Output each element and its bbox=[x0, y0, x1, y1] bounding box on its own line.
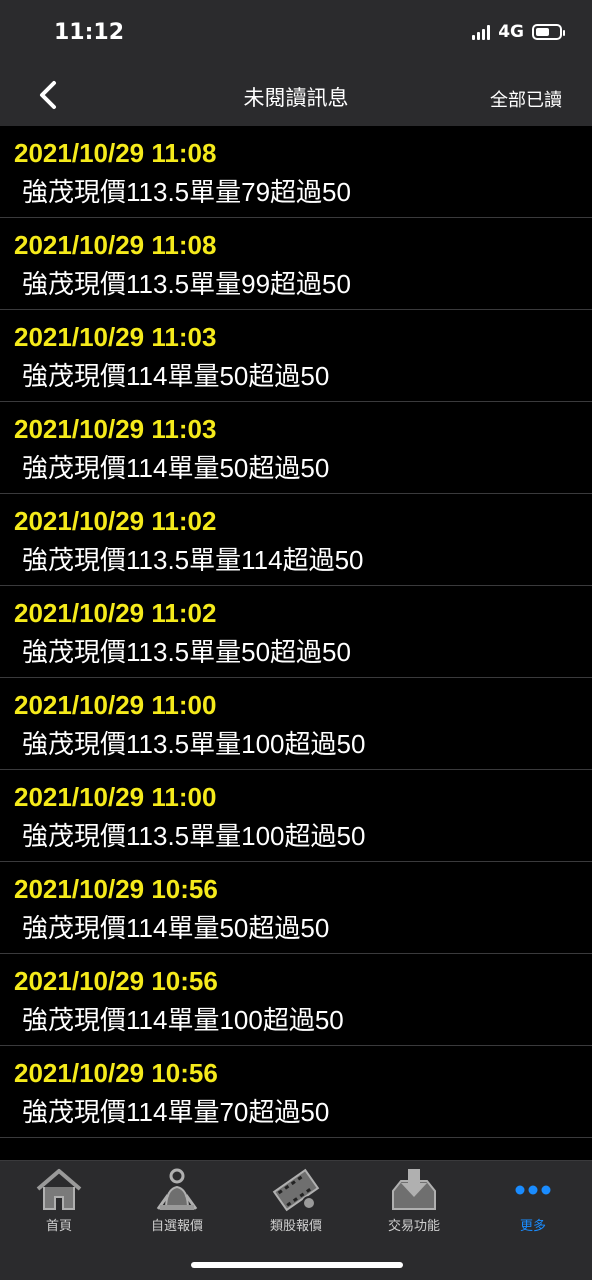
tab-watchlist[interactable]: 自選報價 bbox=[118, 1167, 236, 1237]
message-timestamp: 2021/10/29 10:56 bbox=[14, 874, 218, 904]
network-label: 4G bbox=[498, 22, 524, 42]
tab-more[interactable]: 更多 bbox=[474, 1167, 592, 1237]
home-icon bbox=[36, 1169, 82, 1210]
message-text: 強茂現價114單量50超過50 bbox=[22, 913, 330, 943]
message-list: 2021/10/29 11:08 強茂現價113.5單量79超過50 2021/10… bbox=[0, 126, 592, 1138]
status-indicators: 4G bbox=[472, 22, 565, 42]
tab-label: 類股報價 bbox=[269, 1219, 322, 1234]
message-timestamp: 2021/10/29 10:56 bbox=[14, 966, 218, 996]
message-timestamp: 2021/10/29 11:02 bbox=[14, 598, 217, 628]
message-text: 強茂現價114單量50超過50 bbox=[22, 361, 330, 391]
message-timestamp: 2021/10/29 11:00 bbox=[14, 690, 217, 720]
watchlist-icon bbox=[156, 1168, 198, 1210]
mark-all-read-button[interactable]: 全部已讀 bbox=[490, 86, 562, 112]
message-text: 強茂現價113.5單量99超過50 bbox=[22, 269, 351, 299]
message-text: 強茂現價114單量50超過50 bbox=[22, 453, 330, 483]
message-item[interactable]: 2021/10/29 10:56 強茂現價114單量50超過50 bbox=[0, 862, 592, 954]
sector-film-icon bbox=[272, 1168, 320, 1212]
message-text: 強茂現價113.5單量79超過50 bbox=[22, 177, 351, 207]
tab-trade[interactable]: 交易功能 bbox=[355, 1167, 473, 1237]
message-timestamp: 2021/10/29 11:08 bbox=[14, 138, 217, 168]
message-item[interactable]: 2021/10/29 11:03 強茂現價114單量50超過50 bbox=[0, 402, 592, 494]
message-timestamp: 2021/10/29 11:03 bbox=[14, 322, 217, 352]
tab-home[interactable]: 首頁 bbox=[0, 1167, 118, 1237]
message-text: 強茂現價113.5單量100超過50 bbox=[22, 729, 366, 759]
message-item[interactable]: 2021/10/29 11:08 強茂現價113.5單量79超過50 bbox=[0, 126, 592, 218]
message-text: 強茂現價113.5單量114超過50 bbox=[22, 545, 364, 575]
message-timestamp: 2021/10/29 11:03 bbox=[14, 414, 217, 444]
message-item[interactable]: 2021/10/29 10:56 強茂現價114單量100超過50 bbox=[0, 954, 592, 1046]
message-text: 強茂現價114單量70超過50 bbox=[22, 1097, 330, 1127]
nav-bar: 未閱讀訊息 全部已讀 bbox=[0, 64, 592, 126]
tab-label: 交易功能 bbox=[387, 1219, 440, 1234]
message-text: 強茂現價113.5單量50超過50 bbox=[22, 637, 351, 667]
signal-icon bbox=[472, 24, 491, 40]
more-dots-icon bbox=[515, 1185, 551, 1195]
tab-label: 更多 bbox=[519, 1219, 546, 1234]
home-indicator bbox=[191, 1262, 403, 1268]
message-item[interactable]: 2021/10/29 10:56 強茂現價114單量70超過50 bbox=[0, 1046, 592, 1138]
message-text: 強茂現價113.5單量100超過50 bbox=[22, 821, 366, 851]
message-timestamp: 2021/10/29 10:56 bbox=[14, 1058, 218, 1088]
message-item[interactable]: 2021/10/29 11:00 強茂現價113.5單量100超過50 bbox=[0, 770, 592, 862]
battery-icon bbox=[532, 24, 565, 40]
message-timestamp: 2021/10/29 11:00 bbox=[14, 782, 217, 812]
message-text: 強茂現價114單量100超過50 bbox=[22, 1005, 344, 1035]
tab-label: 首頁 bbox=[45, 1219, 72, 1234]
tab-label: 自選報價 bbox=[150, 1219, 203, 1234]
message-timestamp: 2021/10/29 11:02 bbox=[14, 506, 217, 536]
status-bar: 11:12 4G bbox=[0, 0, 592, 64]
tab-sector[interactable]: 類股報價 bbox=[237, 1167, 355, 1237]
message-item[interactable]: 2021/10/29 11:02 強茂現價113.5單量50超過50 bbox=[0, 586, 592, 678]
message-item[interactable]: 2021/10/29 11:08 強茂現價113.5單量99超過50 bbox=[0, 218, 592, 310]
message-item[interactable]: 2021/10/29 11:00 強茂現價113.5單量100超過50 bbox=[0, 678, 592, 770]
trade-download-icon bbox=[392, 1169, 436, 1210]
status-time: 11:12 bbox=[54, 20, 125, 45]
message-timestamp: 2021/10/29 11:08 bbox=[14, 230, 217, 260]
message-item[interactable]: 2021/10/29 11:03 強茂現價114單量50超過50 bbox=[0, 310, 592, 402]
message-item[interactable]: 2021/10/29 11:02 強茂現價113.5單量114超過50 bbox=[0, 494, 592, 586]
